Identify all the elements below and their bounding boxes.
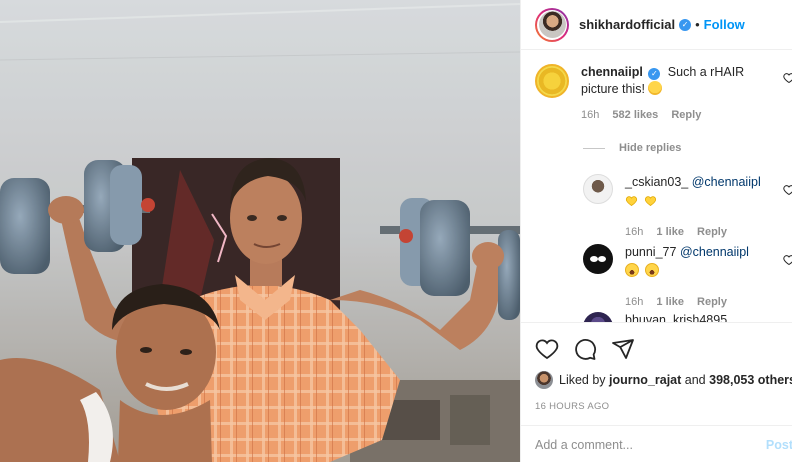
reply-likes[interactable]: 1 like	[656, 226, 684, 238]
comment-icon[interactable]	[573, 337, 597, 361]
reply-avatar[interactable]	[583, 244, 613, 274]
comment-meta: 16h 582 likes Reply	[581, 107, 771, 124]
comment-likes[interactable]: 582 likes	[612, 109, 658, 121]
comment-username[interactable]: chennaiipl	[581, 65, 643, 79]
reply-mention[interactable]: @chennaiipl	[692, 175, 761, 189]
author-username[interactable]: shikhardofficial	[579, 17, 675, 32]
post-photo	[0, 0, 520, 462]
reply-item: punni_77 @chennaiipl 16h 1 like Reply	[583, 244, 792, 311]
liked-prefix: Liked by	[559, 373, 606, 387]
liked-count[interactable]: 398,053 others	[709, 373, 792, 387]
liked-by-user[interactable]: journo_rajat	[609, 373, 681, 387]
add-comment-field[interactable]: Add a comment... Post	[521, 425, 792, 462]
reply-username[interactable]: punni_77	[625, 245, 676, 259]
add-comment-placeholder: Add a comment...	[535, 437, 633, 452]
author-avatar[interactable]	[535, 7, 569, 42]
comment-item: chennaiipl ✓ Such a rHAIR picture this! …	[535, 64, 792, 124]
yellow-heart-icon	[644, 195, 657, 207]
post-side-panel: shikhardofficial ✓ • Follow chennaiipl ✓…	[520, 0, 792, 462]
header-separator: •	[695, 17, 700, 32]
heart-icon[interactable]	[783, 184, 792, 196]
hide-replies-line	[583, 147, 605, 149]
verified-icon: ✓	[648, 67, 661, 80]
reply-time: 16h	[625, 226, 644, 238]
reply-username[interactable]: _cskian03_	[625, 175, 688, 189]
liked-by: Liked by journo_rajat and 398,053 others	[535, 371, 792, 389]
reply-avatar[interactable]	[583, 174, 613, 204]
share-icon[interactable]	[611, 337, 635, 361]
post-header: shikhardofficial ✓ • Follow	[521, 0, 792, 50]
yellow-heart-icon	[625, 195, 638, 207]
reply-username[interactable]: bhuvan_krish4895	[625, 313, 727, 322]
heart-icon[interactable]	[535, 337, 559, 361]
photo-illustration	[0, 0, 520, 462]
post-timestamp[interactable]: 16 HOURS AGO	[535, 401, 609, 412]
reply-time: 16h	[625, 296, 644, 308]
reply-item: _cskian03_ @chennaiipl 16h 1 like Reply	[583, 174, 792, 241]
hide-replies-button[interactable]: Hide replies	[583, 142, 681, 154]
reply-button[interactable]: Reply	[697, 296, 727, 308]
comments-section[interactable]: chennaiipl ✓ Such a rHAIR picture this! …	[521, 50, 792, 322]
hide-replies-label: Hide replies	[619, 142, 682, 154]
reply-button[interactable]: Reply	[697, 226, 727, 238]
reply-mention[interactable]: @chennaiipl	[680, 245, 749, 259]
follow-button[interactable]: Follow	[704, 17, 745, 32]
reply-button[interactable]: Reply	[671, 109, 701, 121]
reply-emojis	[625, 193, 785, 210]
heart-icon[interactable]	[783, 254, 792, 266]
reply-emojis	[625, 263, 785, 280]
heart-eyes-emoji	[648, 81, 663, 95]
reply-avatar[interactable]	[583, 312, 613, 322]
alien-eyes-icon	[590, 256, 606, 262]
post-actions: Liked by journo_rajat and 398,053 others…	[521, 322, 792, 462]
grinning-face-icon	[625, 263, 639, 277]
reply-item: bhuvan_krish4895	[583, 312, 792, 322]
commenter-avatar[interactable]	[535, 64, 569, 98]
grinning-face-icon	[645, 263, 660, 277]
liked-by-avatar[interactable]	[535, 371, 553, 389]
reply-likes[interactable]: 1 like	[656, 296, 684, 308]
post-comment-button[interactable]: Post	[766, 438, 792, 452]
verified-icon: ✓	[679, 18, 692, 31]
author-avatar-image	[538, 11, 566, 38]
heart-icon[interactable]	[783, 72, 792, 84]
liked-and: and	[684, 373, 706, 387]
reply-meta: 16h 1 like Reply	[625, 294, 785, 311]
reply-meta: 16h 1 like Reply	[625, 224, 785, 241]
action-icons	[535, 337, 635, 361]
comment-time: 16h	[581, 109, 600, 121]
